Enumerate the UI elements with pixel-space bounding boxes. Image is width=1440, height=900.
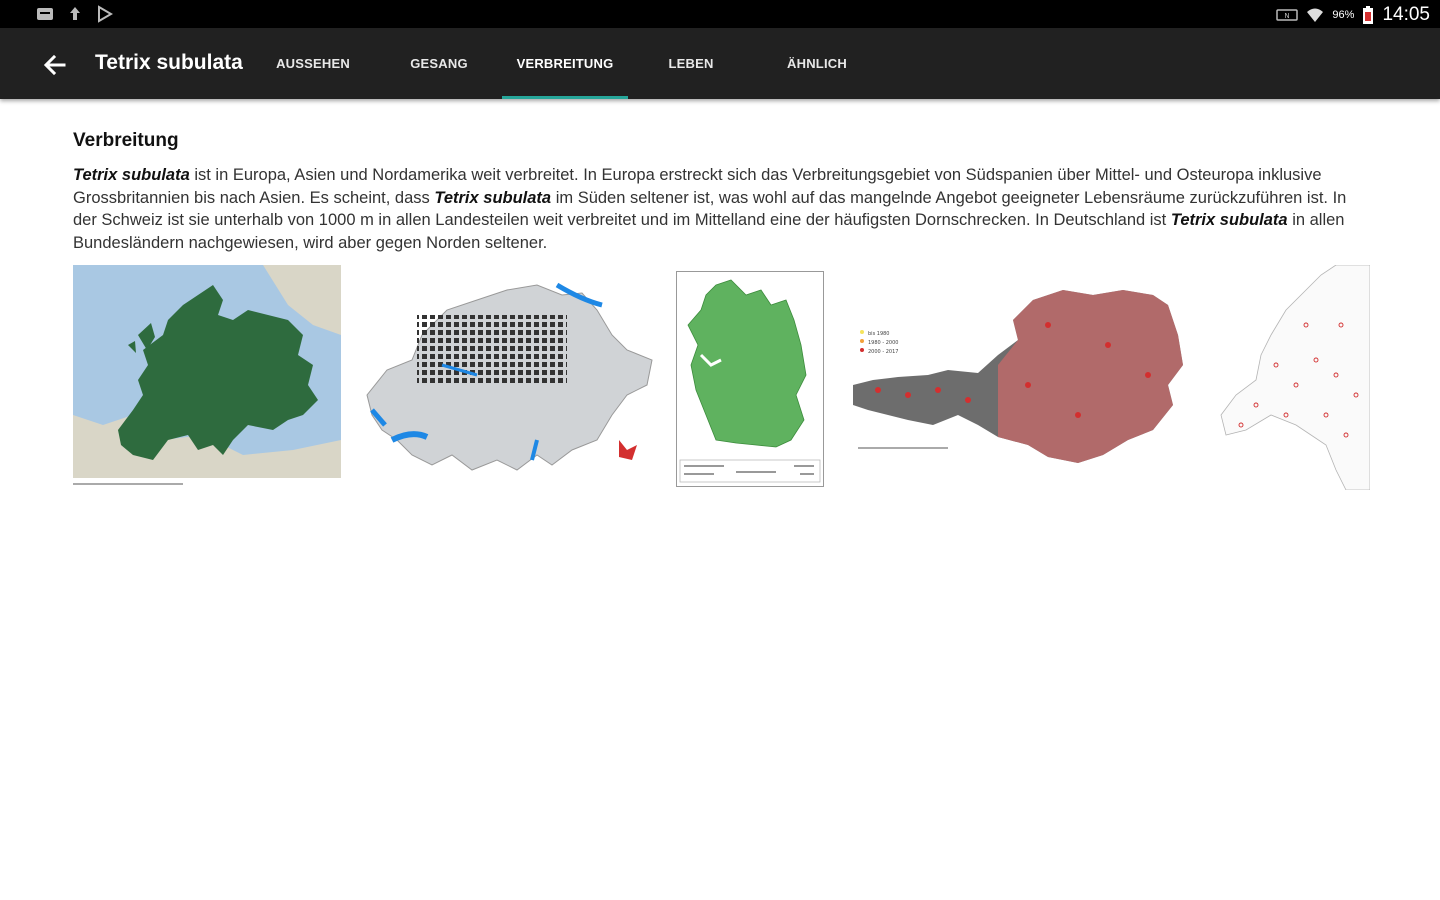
species-name: Tetrix subulata [73,166,190,184]
species-name: Tetrix subulata [434,188,552,207]
austria-legend: bis 1980 1980 - 2000 2000 - 2017 [860,330,898,355]
app-bar: Tetrix subulata AUSSEHEN GESANG VERBREIT… [0,28,1440,99]
nfc-icon: N [1276,9,1299,21]
austria-legend-item: 2000 - 2017 [868,349,898,355]
austria-legend-item: bis 1980 [868,331,889,337]
status-left-icons [36,5,114,23]
status-time: 14:05 [1382,4,1430,25]
switzerland-map[interactable] [357,265,657,490]
status-right-icons: N 96% 14:05 [1276,4,1430,26]
page-title: Tetrix subulata [95,51,243,74]
europe-map[interactable] [73,265,341,490]
tab-aehnlich[interactable]: ÄHNLICH [754,28,880,99]
cast-icon [37,8,53,20]
germany-map[interactable] [676,265,824,487]
austria-legend-item: 1980 - 2000 [868,340,898,346]
svg-text:N: N [1285,12,1290,20]
species-name: Tetrix subulata [1170,211,1288,229]
content-area: Verbreitung Tetrix subulata ist in Europ… [73,130,1373,254]
austria-map[interactable]: bis 1980 1980 - 2000 2000 - 2017 [848,265,1198,490]
switzerland-grid [417,315,567,385]
tab-bar: AUSSEHEN GESANG VERBREITUNG LEBEN ÄHNLIC… [250,28,880,99]
tab-aussehen[interactable]: AUSSEHEN [250,28,376,99]
tab-leben[interactable]: LEBEN [628,28,754,99]
distribution-text: Tetrix subulata ist in Europa, Asien und… [73,164,1363,254]
play-store-icon [98,5,113,23]
wifi-icon [1307,8,1324,22]
distribution-map-strip: bis 1980 1980 - 2000 2000 - 2017 [73,265,1370,490]
tab-verbreitung[interactable]: VERBREITUNG [502,28,628,99]
netherlands-map[interactable] [1216,265,1370,490]
battery-percent: 96% [1332,9,1355,21]
status-bar: N 96% 14:05 [0,0,1440,28]
battery-icon [1363,6,1374,24]
upload-icon [70,7,80,20]
tab-gesang[interactable]: GESANG [376,28,502,99]
back-arrow-icon[interactable] [40,50,70,80]
section-title: Verbreitung [73,130,179,151]
